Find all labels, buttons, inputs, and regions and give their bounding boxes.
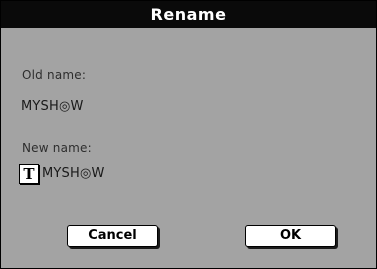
old-name-label: Old name: [22,68,87,82]
rename-dialog: Rename Old name: MYSH◎W New name: T MYSH… [0,0,377,269]
cancel-button[interactable]: Cancel [67,225,158,247]
old-name-value: MYSH◎W [21,99,84,114]
ok-button[interactable]: OK [245,225,336,247]
dialog-title: Rename [1,1,376,28]
new-name-field[interactable]: MYSH◎W [42,166,105,181]
dialog-body: Old name: MYSH◎W New name: T MYSH◎W Canc… [1,28,376,268]
new-name-label: New name: [22,141,92,155]
text-edit-icon[interactable]: T [19,164,39,184]
